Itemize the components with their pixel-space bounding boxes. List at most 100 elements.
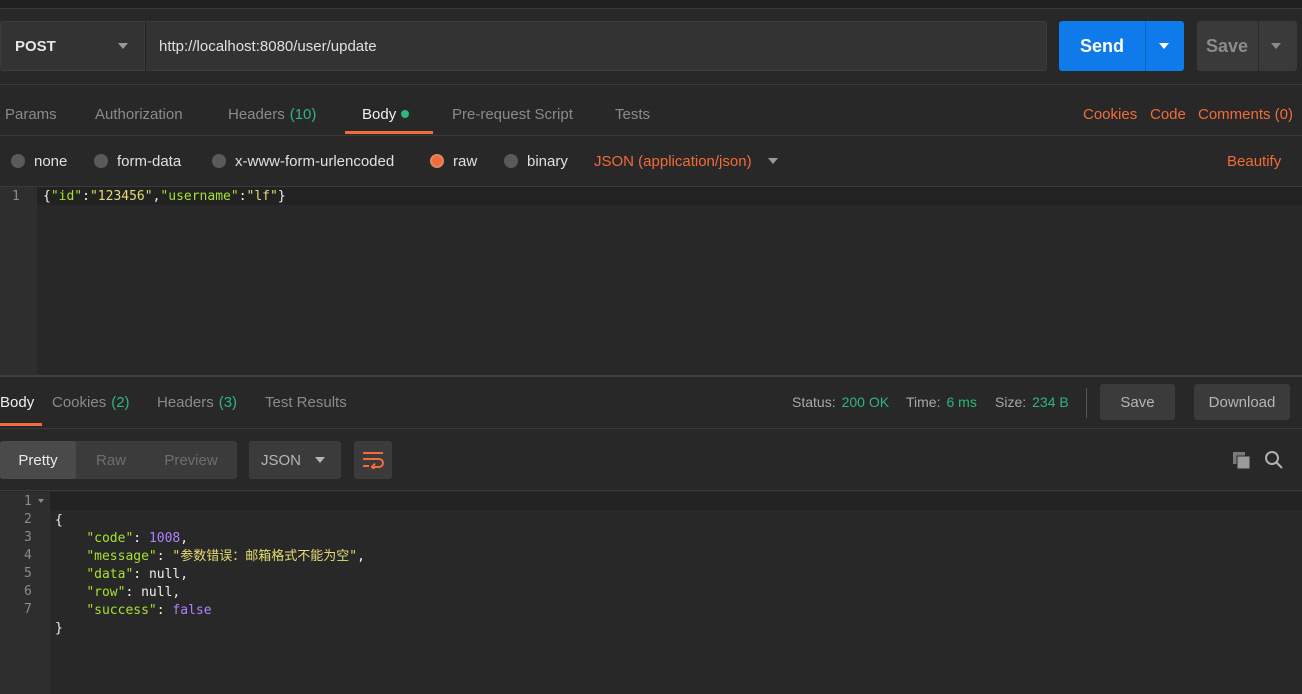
wrap-lines-button[interactable] [354,441,392,479]
url-input[interactable]: http://localhost:8080/user/update [145,21,1047,71]
send-divider [1145,21,1146,71]
colon: : [133,531,149,546]
download-button[interactable]: Download [1194,384,1290,420]
response-tab-headers-label: Headers [157,393,214,411]
response-tab-body[interactable]: Body [0,378,34,426]
json-key: "message" [86,549,157,564]
view-preview[interactable]: Preview [148,441,234,479]
active-tab-underline [0,423,42,426]
json-key: "row" [86,585,126,600]
comments-link[interactable]: Comments (0) [1198,94,1293,134]
response-json: { "code": 1008, "message": "参数错误：邮箱格式不能为… [55,494,365,674]
fold-arrow-icon[interactable] [38,499,44,503]
save-response-button[interactable]: Save [1100,384,1175,420]
radio-raw[interactable]: raw [430,140,477,182]
status-label: Status: [792,394,836,410]
response-headers-count-badge: (3) [218,393,238,411]
chevron-down-icon [118,43,128,49]
json-line: "message": "参数错误：邮箱格式不能为空", [55,548,365,566]
window-top-strip [0,0,1302,9]
size-label: Size: [995,394,1027,410]
request-body-code[interactable]: {"id":"123456","username":"lf"} [43,189,286,204]
code-link[interactable]: Code [1150,94,1186,134]
response-tab-cookies-label: Cookies [52,393,107,411]
view-raw[interactable]: Raw [80,441,142,479]
response-tabs: Body Cookies (2) Headers (3) Test Results … [0,378,1302,428]
request-bar: POST http://localhost:8080/user/update S… [0,21,1302,71]
json-value: null [141,585,173,600]
json-key: "success" [86,603,157,618]
chevron-down-icon [315,457,325,463]
response-tab-headers[interactable]: Headers (3) [157,378,237,426]
content-type-label: JSON (application/json) [594,152,752,170]
line-number: 6 [24,584,32,599]
json-line: "data": null, [55,566,365,584]
json-value: false [172,603,212,618]
colon: : [133,567,149,582]
radio-none-label: none [34,152,68,170]
save-request-button[interactable]: Save [1197,21,1297,71]
radio-circle-icon [94,154,108,168]
status-readout: Status: 200 OK [792,378,889,426]
method-select[interactable]: POST [0,21,145,71]
save-options-chevron-icon[interactable] [1271,43,1281,49]
response-tab-cookies[interactable]: Cookies (2) [52,378,130,426]
comma: , [180,531,189,546]
tab-body[interactable]: Body [362,94,410,134]
time-value: 6 ms [946,394,977,410]
line-number: 7 [24,602,32,617]
line-number: 3 [24,530,32,545]
comma: , [172,585,181,600]
comma: , [357,549,365,564]
tab-tests[interactable]: Tests [615,94,650,134]
cookies-link[interactable]: Cookies [1083,94,1137,134]
line-number: 1 [24,494,32,509]
token: "id" [50,189,83,204]
json-key: "code" [86,531,134,546]
json-value: null [148,567,181,582]
radio-urlencoded[interactable]: x-www-form-urlencoded [212,140,394,182]
json-key: "data" [86,567,134,582]
response-body-viewer[interactable]: 1 2 3 4 5 6 7 { "code": 1008, "message":… [0,492,1302,694]
brace: { [55,513,63,528]
radio-binary[interactable]: binary [504,140,568,182]
divider [0,490,1302,491]
time-label: Time: [906,394,941,410]
token: : [238,189,247,204]
tab-pre-request-script[interactable]: Pre-request Script [452,94,573,134]
wrap-lines-icon [363,452,384,469]
tab-params[interactable]: Params [5,94,57,134]
search-icon[interactable] [1264,450,1284,470]
format-select[interactable]: JSON [249,441,341,479]
send-label: Send [1079,35,1124,56]
content-type-select[interactable]: JSON (application/json) [594,140,778,182]
radio-none[interactable]: none [11,140,67,182]
radio-urlencoded-label: x-www-form-urlencoded [235,152,395,170]
token: "123456" [89,189,153,204]
send-options-chevron-icon[interactable] [1159,43,1169,49]
request-body-editor[interactable]: 1 {"id":"123456","username":"lf"} [0,187,1302,375]
colon: : [156,603,173,618]
tab-tests-label: Tests [615,105,651,123]
beautify-link[interactable]: Beautify [1227,140,1281,182]
body-modified-dot-icon [401,110,410,118]
tab-params-label: Params [5,105,57,123]
view-pretty[interactable]: Pretty [0,441,76,479]
size-value: 234 B [1032,394,1069,410]
tab-headers[interactable]: Headers (10) [228,94,316,134]
radio-circle-icon [11,154,25,168]
json-value: "参数错误：邮箱格式不能为空" [172,549,358,564]
divider [1086,388,1087,418]
copy-icon[interactable] [1232,451,1252,471]
send-button[interactable]: Send [1059,21,1184,71]
radio-form-data[interactable]: form-data [94,140,181,182]
token: } [277,189,286,204]
tab-authorization[interactable]: Authorization [95,94,183,134]
json-line: "success": false [55,602,365,620]
json-line: "code": 1008, [55,530,365,548]
save-label: Save [1205,35,1249,56]
colon: : [125,585,142,600]
response-tab-test-results[interactable]: Test Results [265,378,347,426]
chevron-down-icon [767,158,778,164]
pane-splitter[interactable] [0,375,1302,377]
